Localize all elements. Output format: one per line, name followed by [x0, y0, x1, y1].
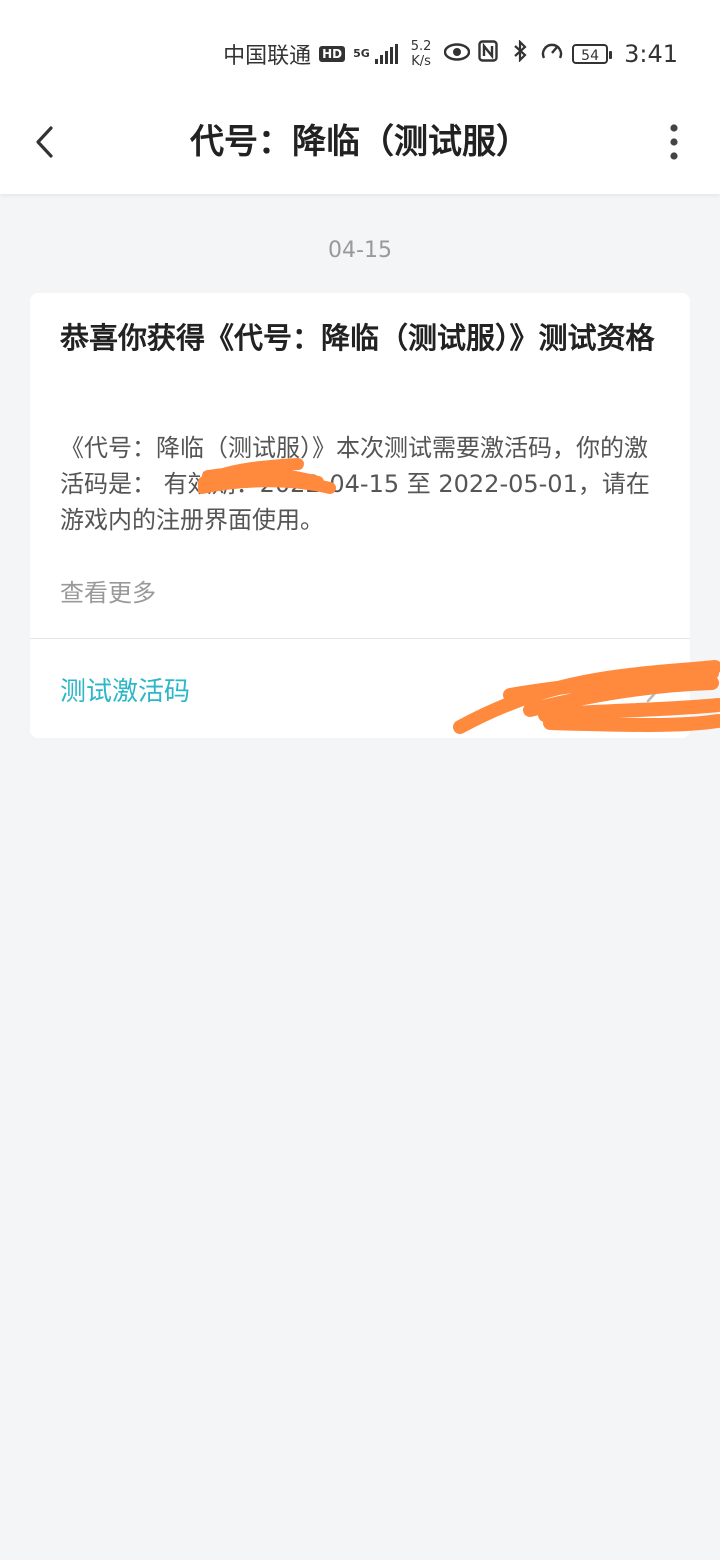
message-body: 《代号：降临（测试服）》本次测试需要激活码，你的激活码是： 有效期：2022-0… [60, 434, 650, 534]
chevron-right-icon[interactable] [642, 677, 662, 705]
signal-icon [375, 44, 399, 64]
bluetooth-icon [508, 39, 532, 68]
speed-unit: K/s [411, 54, 431, 69]
app-header: 代号：降临（测试服） [0, 96, 720, 194]
view-more-link[interactable]: 查看更多 [60, 573, 156, 608]
network-speed: 5.2 K/s [406, 39, 436, 69]
divider [30, 638, 690, 639]
message-date: 04-15 [328, 238, 392, 263]
nfc-icon [476, 40, 500, 68]
message-title: 恭喜你获得《代号：降临（测试服）》测试资格 [60, 321, 655, 355]
carrier-name: 中国联通 [223, 44, 312, 69]
status-bar: 中国联通 HD 5G 5.2 K/s 54 3:41 [0, 0, 720, 96]
battery-level: 54 [581, 48, 599, 64]
eye-icon [443, 42, 471, 67]
message-card: 恭喜你获得《代号：降临（测试服）》测试资格 《代号：降临（测试服）》本次测试需要… [30, 293, 690, 738]
activation-code-button[interactable]: 测试激活码 [60, 671, 190, 708]
network-type: 5G [353, 47, 370, 60]
page-title: 代号：降临（测试服） [190, 122, 530, 162]
status-icons: 中国联通 HD 5G 5.2 K/s 54 3:41 [223, 36, 678, 72]
speed-value: 5.2 [410, 39, 432, 54]
back-arrow-icon[interactable] [22, 118, 70, 166]
more-options-icon[interactable] [664, 122, 684, 162]
hd-badge: HD [319, 46, 346, 62]
clock: 3:41 [624, 40, 678, 68]
battery-icon: 54 [572, 44, 613, 64]
speedometer-icon [540, 40, 564, 68]
